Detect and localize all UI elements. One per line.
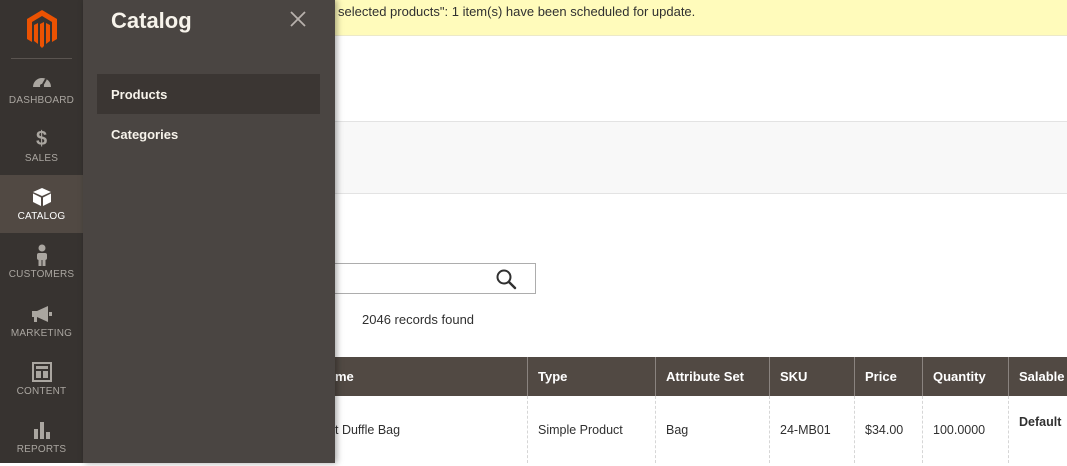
records-found-count: 2046 records found: [362, 312, 475, 327]
submenu-item-categories[interactable]: Categories: [97, 114, 320, 154]
person-icon: [35, 244, 49, 266]
cell-attribute-set: Bag: [655, 396, 769, 463]
nav-item-customers[interactable]: CUSTOMERS: [0, 233, 83, 291]
cell-price: $34.00: [854, 396, 922, 463]
nav-item-catalog[interactable]: CATALOG: [0, 175, 83, 233]
success-message: selected products": 1 item(s) have been …: [335, 0, 1067, 36]
column-header-quantity[interactable]: Quantity: [922, 357, 1008, 396]
nav-label: CATALOG: [17, 211, 66, 222]
cell-name: t Duffle Bag: [335, 422, 401, 437]
nav-label: MARKETING: [10, 328, 73, 339]
nav-label: CONTENT: [16, 386, 67, 397]
nav-label: SALES: [24, 153, 59, 164]
submenu-item-products[interactable]: Products: [97, 74, 320, 114]
nav-item-dashboard[interactable]: DASHBOARD: [0, 59, 83, 117]
submenu-title: Catalog: [111, 8, 192, 33]
column-header-sku[interactable]: SKU: [769, 357, 854, 396]
cell-quantity: 100.0000: [922, 396, 1008, 463]
table-row[interactable]: t Duffle Bag Simple Product Bag 24-MB01 …: [335, 396, 1067, 463]
layout-icon: [31, 361, 52, 383]
cell-salable-quantity: Default: [1008, 396, 1067, 463]
cell-sku: 24-MB01: [769, 396, 854, 463]
nav-item-sales[interactable]: $ SALES: [0, 117, 83, 175]
nav-item-marketing[interactable]: MARKETING: [0, 292, 83, 350]
admin-sidebar: DASHBOARD $ SALES CATALOG CUSTOMERS MARK…: [0, 0, 83, 463]
column-header-name[interactable]: me: [335, 357, 527, 396]
notice-text: selected products": 1 item(s) have been …: [338, 4, 696, 19]
bar-chart-icon: [32, 419, 52, 441]
column-header-attribute-set[interactable]: Attribute Set: [655, 357, 769, 396]
search-icon[interactable]: [495, 268, 517, 290]
close-icon[interactable]: [289, 10, 307, 28]
nav-item-reports[interactable]: REPORTS: [0, 408, 83, 466]
column-header-price[interactable]: Price: [854, 357, 922, 396]
nav-label: CUSTOMERS: [8, 269, 75, 280]
magento-logo-icon[interactable]: [0, 0, 83, 58]
toolbar-band: [335, 121, 1067, 194]
nav-label: REPORTS: [16, 444, 67, 455]
column-header-salable-quantity[interactable]: Salable Q: [1008, 357, 1067, 396]
nav-label: DASHBOARD: [8, 95, 75, 106]
nav-item-content[interactable]: CONTENT: [0, 350, 83, 408]
dollar-icon: $: [35, 127, 48, 150]
dashboard-icon: [31, 70, 53, 92]
cell-type: Simple Product: [527, 396, 655, 463]
megaphone-icon: [31, 303, 53, 325]
grid-header: me Type Attribute Set SKU Price Quantity…: [335, 357, 1067, 396]
box-icon: [32, 186, 52, 208]
column-header-type[interactable]: Type: [527, 357, 655, 396]
catalog-submenu: Catalog Products Categories: [83, 0, 335, 463]
